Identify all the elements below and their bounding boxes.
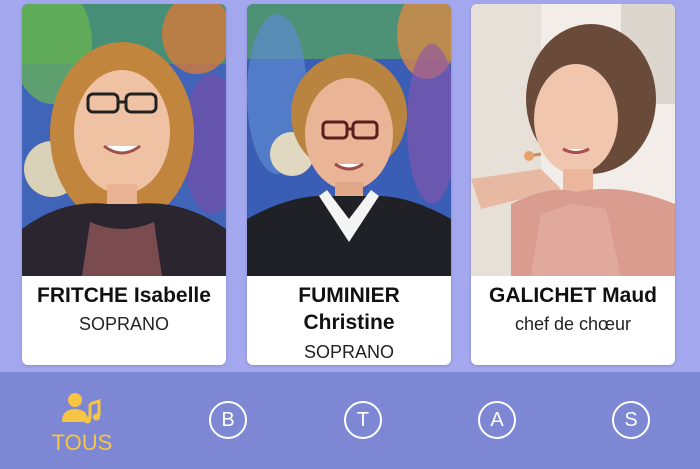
choir-group-music-icon <box>62 393 101 424</box>
member-photo <box>22 4 226 276</box>
member-name-line1: FUMINIER <box>298 284 400 307</box>
member-name: GALICHET Maud <box>489 284 657 307</box>
tab-tous[interactable]: TOUS <box>32 372 132 469</box>
member-role: chef de chœur <box>514 314 632 334</box>
member-role: SOPRANO <box>303 342 395 362</box>
member-cards: FRITCHE Isabelle SOPRANO FUMINIER Christ… <box>0 0 700 372</box>
member-card[interactable]: FRITCHE Isabelle SOPRANO <box>22 4 226 365</box>
member-name: FUMINIER Christine <box>247 282 451 336</box>
tab-s-label: S <box>612 401 650 439</box>
member-name: FRITCHE Isabelle <box>37 284 211 307</box>
member-name-line2: Christine <box>303 311 395 334</box>
member-role: SOPRANO <box>78 314 170 334</box>
member-card[interactable]: GALICHET Maud chef de chœur <box>471 4 675 365</box>
tab-a[interactable]: A <box>449 372 549 469</box>
tab-s[interactable]: S <box>583 372 683 469</box>
tab-b-label: B <box>209 401 247 439</box>
member-card[interactable]: FUMINIER Christine SOPRANO <box>247 4 451 365</box>
tab-b[interactable]: B <box>180 372 280 469</box>
voice-filter-bar: TOUS B T A S <box>0 372 700 469</box>
tab-a-label: A <box>478 401 516 439</box>
tab-tous-label: TOUS <box>51 430 113 455</box>
tab-t[interactable]: T <box>315 372 415 469</box>
member-photo <box>471 4 675 276</box>
member-photo <box>247 4 451 276</box>
tab-t-label: T <box>344 401 382 439</box>
